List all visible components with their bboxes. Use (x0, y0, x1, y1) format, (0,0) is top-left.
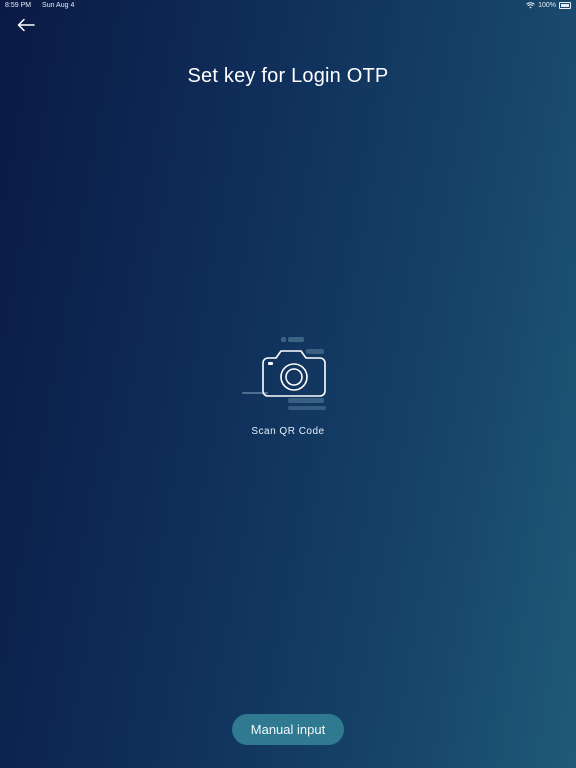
status-time: 8:59 PM (5, 2, 32, 9)
scan-qr-label: Scan QR Code (251, 426, 325, 437)
status-left: 8:59 PM Sun Aug 4 (5, 2, 83, 9)
battery-percent: 100% (538, 2, 556, 9)
scan-qr-button[interactable]: Scan QR Code (228, 330, 348, 445)
battery-icon (559, 2, 571, 9)
status-bar: 8:59 PM Sun Aug 4 100% (0, 0, 576, 12)
status-right: 100% (526, 2, 571, 9)
wifi-icon (526, 2, 535, 9)
manual-input-button[interactable]: Manual input (232, 714, 344, 745)
status-date: Sun Aug 4 (42, 2, 75, 9)
page-title: Set key for Login OTP (187, 65, 389, 88)
camera-icon (242, 337, 326, 410)
back-button[interactable] (14, 14, 38, 36)
arrow-left-icon (17, 18, 35, 32)
